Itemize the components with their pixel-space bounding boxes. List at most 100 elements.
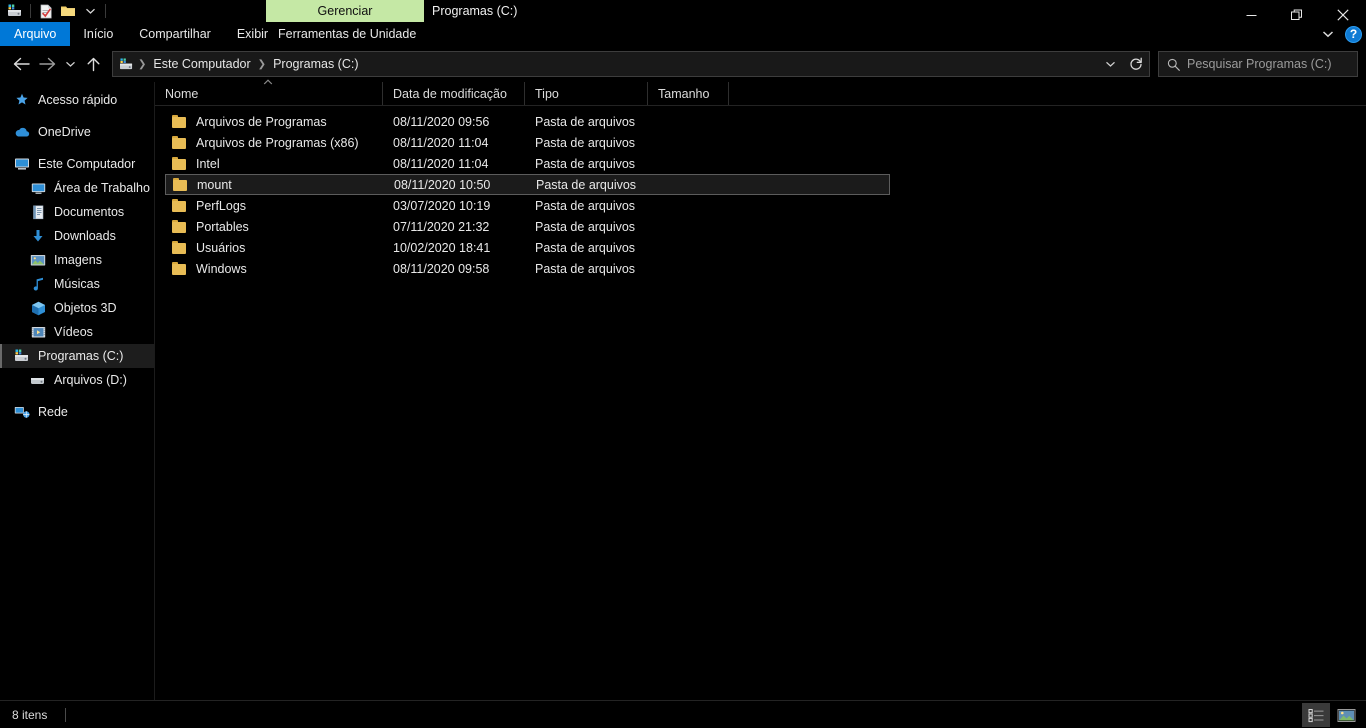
table-row[interactable]: Portables 07/11/2020 21:32 Pasta de arqu… [165, 216, 890, 237]
breadcrumb-item-programas-c[interactable]: Programas (C:) [267, 57, 364, 71]
file-date-cell: 03/07/2020 10:19 [393, 198, 491, 213]
ribbon-tab-strip: Arquivo Início Compartilhar Exibir Ferra… [0, 22, 1366, 46]
sidebar-item-label: Programas (C:) [38, 349, 124, 363]
ribbon-right-controls: ? [1317, 22, 1362, 46]
table-row[interactable]: PerfLogs 03/07/2020 10:19 Pasta de arqui… [165, 195, 890, 216]
table-row[interactable]: Windows 08/11/2020 09:58 Pasta de arquiv… [165, 258, 890, 279]
column-header-nome[interactable]: Nome [155, 79, 383, 105]
file-name-cell: mount [166, 178, 394, 192]
folder-icon [172, 136, 187, 149]
table-row[interactable]: mount 08/11/2020 10:50 Pasta de arquivos [165, 174, 890, 195]
column-header-tamanho[interactable]: Tamanho [648, 82, 729, 105]
tab-compartilhar[interactable]: Compartilhar [126, 22, 224, 46]
address-bar-controls [1097, 52, 1149, 76]
tab-arquivo[interactable]: Arquivo [0, 22, 71, 46]
up-button[interactable] [80, 50, 106, 78]
details-view-button[interactable] [1302, 703, 1330, 727]
table-row[interactable]: Arquivos de Programas (x86) 08/11/2020 1… [165, 132, 890, 153]
file-rows: Arquivos de Programas 08/11/2020 09:56 P… [155, 106, 1366, 279]
sidebar-item-label: Documentos [54, 205, 125, 219]
qat-separator-2 [105, 4, 106, 18]
search-input[interactable]: Pesquisar Programas (C:) [1158, 51, 1358, 77]
column-headers: Nome Data de modificação Tipo Tamanho [155, 79, 1366, 106]
documents-icon [30, 204, 46, 220]
recent-locations-icon[interactable] [60, 50, 80, 78]
file-name-cell: PerfLogs [165, 199, 393, 213]
sidebar-item-onedrive[interactable]: OneDrive [0, 120, 154, 144]
pictures-icon [30, 252, 46, 268]
item-count-label: 8 itens [12, 707, 48, 722]
forward-button[interactable] [34, 50, 60, 78]
sidebar-item-videos[interactable]: Vídeos [0, 320, 154, 344]
cloud-icon [14, 124, 30, 140]
title-bar: Gerenciar Programas (C:) [0, 0, 1366, 22]
file-type-cell: Pasta de arquivos [535, 261, 636, 276]
back-button[interactable] [8, 50, 34, 78]
sidebar-item-label: Objetos 3D [54, 301, 117, 315]
file-name-cell: Windows [165, 262, 393, 276]
sidebar-item-downloads[interactable]: Downloads [0, 224, 154, 248]
search-icon [1167, 58, 1180, 71]
status-bar: 8 itens [0, 700, 1366, 728]
table-row[interactable]: Arquivos de Programas 08/11/2020 09:56 P… [165, 111, 890, 132]
sidebar-item-label: Este Computador [38, 157, 136, 171]
sidebar-item-label: Arquivos (D:) [54, 373, 127, 387]
file-date-cell: 10/02/2020 18:41 [393, 240, 491, 255]
file-date-cell: 08/11/2020 11:04 [393, 156, 489, 171]
sidebar-item-arquivos-d[interactable]: Arquivos (D:) [0, 368, 154, 392]
sidebar-item-label: OneDrive [38, 125, 91, 139]
status-separator [65, 707, 67, 722]
help-icon[interactable]: ? [1345, 25, 1362, 43]
sidebar-item-label: Acesso rápido [38, 93, 118, 107]
tab-inicio[interactable]: Início [70, 22, 126, 46]
column-header-data-de-modificacao[interactable]: Data de modificação [383, 82, 525, 105]
sidebar-item-label: Área de Trabalho [54, 181, 150, 195]
sidebar-item-rede[interactable]: Rede [0, 400, 154, 424]
sidebar-item-area-de-trabalho[interactable]: Área de Trabalho [0, 176, 154, 200]
sidebar-item-acesso-rapido[interactable]: Acesso rápido [0, 88, 154, 112]
table-row[interactable]: Usuários 10/02/2020 18:41 Pasta de arqui… [165, 237, 890, 258]
breadcrumb-separator-0[interactable]: ❯ [137, 59, 147, 70]
file-type-cell: Pasta de arquivos [535, 156, 636, 171]
download-icon [30, 228, 46, 244]
properties-icon[interactable] [35, 1, 57, 21]
file-type-cell: Pasta de arquivos [535, 114, 636, 129]
chevron-down-icon[interactable] [79, 1, 101, 21]
file-name-cell: Usuários [165, 241, 393, 255]
quick-access-toolbar [0, 0, 110, 22]
sidebar-item-programas-c[interactable]: Programas (C:) [0, 344, 154, 368]
address-bar[interactable]: ❯ Este Computador ❯ Programas (C:) [112, 51, 1150, 77]
sidebar-item-imagens[interactable]: Imagens [0, 248, 154, 272]
sidebar-item-este-computador[interactable]: Este Computador [0, 152, 154, 176]
sidebar-item-musicas[interactable]: Músicas [0, 272, 154, 296]
drive-icon[interactable] [4, 1, 26, 21]
file-name-cell: Portables [165, 220, 393, 234]
sidebar-item-documentos[interactable]: Documentos [0, 200, 154, 224]
computer-icon [14, 156, 30, 172]
qat-separator-1 [30, 4, 31, 18]
breadcrumb-item-este-computador[interactable]: Este Computador [147, 57, 256, 71]
refresh-icon[interactable] [1123, 52, 1149, 76]
sidebar-item-objetos-3d[interactable]: Objetos 3D [0, 296, 154, 320]
file-name-cell: Arquivos de Programas (x86) [165, 136, 393, 150]
new-folder-icon[interactable] [57, 1, 79, 21]
sidebar-item-label: Músicas [54, 277, 100, 291]
navigation-pane: Acesso rápido OneDrive Este Computador Á… [0, 82, 155, 700]
address-dropdown-icon[interactable] [1097, 52, 1123, 76]
folder-icon [172, 220, 187, 233]
folder-icon [172, 115, 187, 128]
large-icons-view-button[interactable] [1332, 703, 1360, 727]
tab-ferramentas-de-unidade[interactable]: Ferramentas de Unidade [266, 22, 428, 46]
table-row[interactable]: Intel 08/11/2020 11:04 Pasta de arquivos [165, 153, 890, 174]
file-date-cell: 08/11/2020 11:04 [393, 135, 489, 150]
column-header-tipo[interactable]: Tipo [525, 82, 648, 105]
3d-objects-icon [30, 300, 46, 316]
breadcrumb-separator-1[interactable]: ❯ [257, 59, 267, 70]
videos-icon [30, 324, 46, 340]
window-title: Programas (C:) [432, 4, 518, 18]
file-type-cell: Pasta de arquivos [536, 177, 637, 192]
file-name-cell: Intel [165, 157, 393, 171]
file-type-cell: Pasta de arquivos [535, 198, 636, 213]
collapse-ribbon-icon[interactable] [1317, 23, 1339, 45]
file-type-cell: Pasta de arquivos [535, 135, 636, 150]
